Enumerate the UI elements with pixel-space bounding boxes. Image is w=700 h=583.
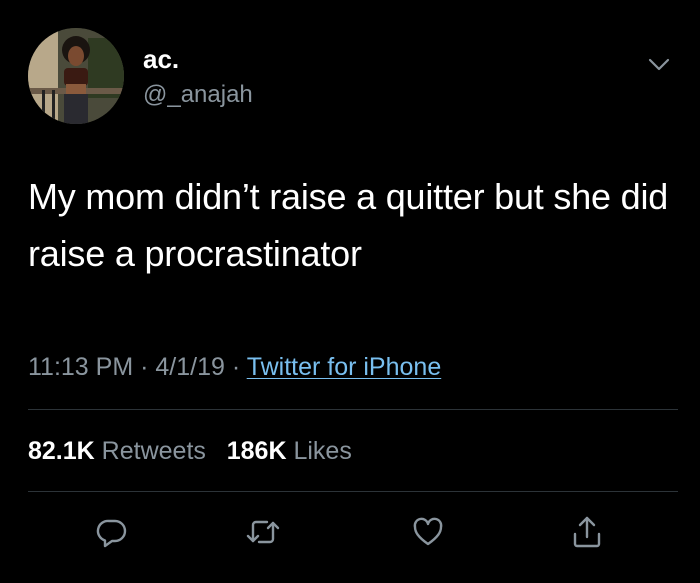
- tweet-date: 4/1/19: [155, 353, 225, 381]
- user-handle[interactable]: @_anajah: [143, 81, 253, 109]
- chevron-down-icon[interactable]: [646, 54, 672, 74]
- likes-count: 186K: [226, 437, 287, 465]
- like-icon: [413, 517, 443, 546]
- like-button[interactable]: [408, 512, 448, 552]
- share-button[interactable]: [567, 512, 607, 552]
- tweet-stats: 82.1K Retweets 186K Likes: [28, 436, 352, 466]
- avatar[interactable]: [28, 28, 124, 124]
- retweet-button[interactable]: [243, 512, 283, 552]
- likes-stat[interactable]: 186K Likes: [227, 437, 352, 465]
- share-icon: [573, 516, 601, 548]
- retweet-icon: [246, 520, 280, 544]
- action-bar: [0, 512, 700, 556]
- retweets-count: 82.1K: [28, 437, 95, 465]
- reply-icon: [96, 519, 127, 548]
- tweet-text: My mom didn’t raise a quitter but she di…: [28, 176, 669, 274]
- tweet-source-link[interactable]: Twitter for iPhone: [247, 353, 442, 381]
- divider: [28, 491, 678, 492]
- meta-separator: ·: [140, 353, 149, 381]
- tweet-meta: 11:13 PM · 4/1/19 · Twitter for iPhone: [28, 352, 441, 382]
- tweet-time: 11:13 PM: [28, 353, 134, 381]
- tweet-card: ac. @_anajah My mom didn’t raise a quitt…: [0, 0, 700, 583]
- reply-button[interactable]: [92, 512, 132, 552]
- divider: [28, 409, 678, 410]
- retweets-label: Retweets: [101, 437, 206, 465]
- display-name[interactable]: ac.: [143, 44, 179, 74]
- avatar-photo-icon: [28, 28, 124, 124]
- meta-separator: ·: [231, 353, 241, 381]
- retweets-stat[interactable]: 82.1K Retweets: [28, 437, 206, 465]
- likes-label: Likes: [293, 437, 352, 465]
